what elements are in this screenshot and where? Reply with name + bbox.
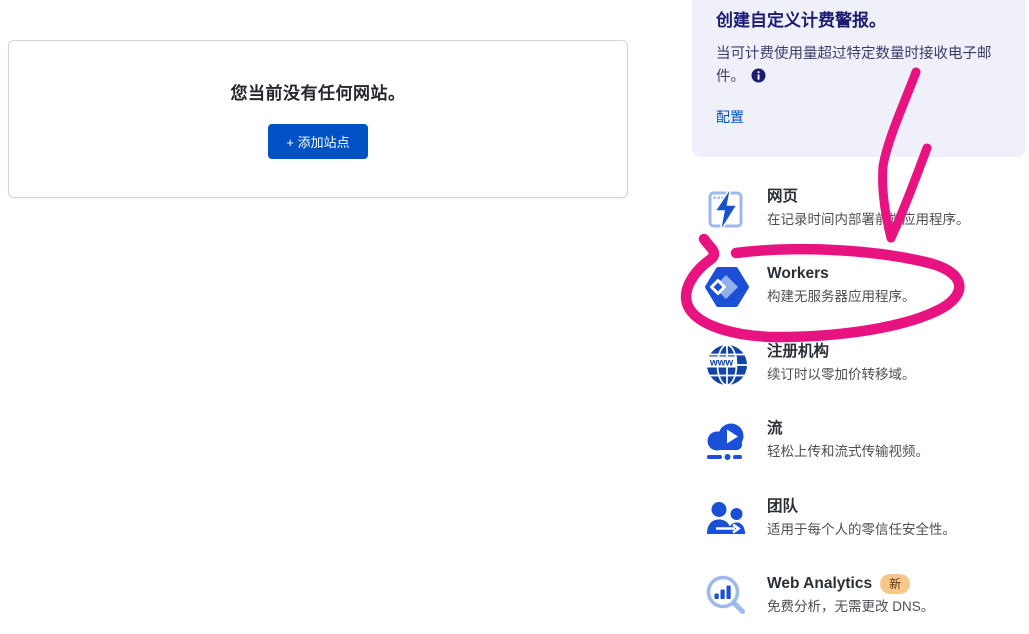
product-desc: 构建无服务器应用程序。 xyxy=(767,287,916,307)
product-title: Workers xyxy=(767,264,829,285)
stream-icon xyxy=(703,418,751,466)
configure-link[interactable]: 配置 xyxy=(716,107,744,127)
product-desc: 适用于每个人的零信任安全性。 xyxy=(767,520,956,540)
pages-icon xyxy=(703,186,751,234)
product-text: 网页 在记录时间内部署前端应用程序。 xyxy=(767,186,970,229)
product-text: Web Analytics 新 免费分析，无需更改 DNS。 xyxy=(767,573,934,616)
product-title: Web Analytics xyxy=(767,574,872,595)
product-desc: 在记录时间内部署前端应用程序。 xyxy=(767,210,970,230)
product-text: Workers 构建无服务器应用程序。 xyxy=(767,263,916,306)
teams-icon xyxy=(703,496,751,544)
add-site-button[interactable]: + 添加站点 xyxy=(268,124,367,159)
no-websites-message: 您当前没有任何网站。 xyxy=(231,79,406,104)
registrar-icon: www xyxy=(703,341,751,389)
info-icon[interactable] xyxy=(751,68,766,91)
product-text: 团队 适用于每个人的零信任安全性。 xyxy=(767,496,956,539)
product-desc: 续订时以零加价转移域。 xyxy=(767,365,916,385)
registrar-icon-label: www xyxy=(709,358,734,369)
new-badge: 新 xyxy=(880,574,910,594)
no-websites-card: 您当前没有任何网站。 + 添加站点 xyxy=(8,40,628,198)
product-row-teams[interactable]: 团队 适用于每个人的零信任安全性。 xyxy=(703,496,1029,554)
product-row-registrar[interactable]: www 注册机构 续订时以零加价转移域。 xyxy=(703,341,1029,399)
workers-icon xyxy=(703,263,751,311)
product-title: 网页 xyxy=(767,187,798,208)
product-desc: 轻松上传和流式传输视频。 xyxy=(767,442,929,462)
billing-alert-title: 创建自定义计费警报。 xyxy=(716,6,1001,31)
product-title: 流 xyxy=(767,419,783,440)
product-row-workers[interactable]: Workers 构建无服务器应用程序。 xyxy=(703,263,1029,321)
billing-alert-card: 创建自定义计费警报。 当可计费使用量超过特定数量时接收电子邮件。 配置 xyxy=(692,0,1025,157)
web-analytics-icon xyxy=(703,573,751,621)
product-row-stream[interactable]: 流 轻松上传和流式传输视频。 xyxy=(703,418,1029,476)
product-title: 注册机构 xyxy=(767,342,829,363)
dashboard-page: { "empty_state": { "message": "您当前没有任何网站… xyxy=(0,0,1029,634)
product-text: 流 轻松上传和流式传输视频。 xyxy=(767,418,929,461)
product-text: 注册机构 续订时以零加价转移域。 xyxy=(767,341,916,384)
product-row-pages[interactable]: 网页 在记录时间内部署前端应用程序。 xyxy=(703,186,1029,244)
billing-alert-description: 当可计费使用量超过特定数量时接收电子邮件。 xyxy=(716,43,1008,92)
product-title: 团队 xyxy=(767,497,798,518)
product-desc: 免费分析，无需更改 DNS。 xyxy=(767,597,934,617)
product-row-web-analytics[interactable]: Web Analytics 新 免费分析，无需更改 DNS。 xyxy=(703,573,1029,631)
